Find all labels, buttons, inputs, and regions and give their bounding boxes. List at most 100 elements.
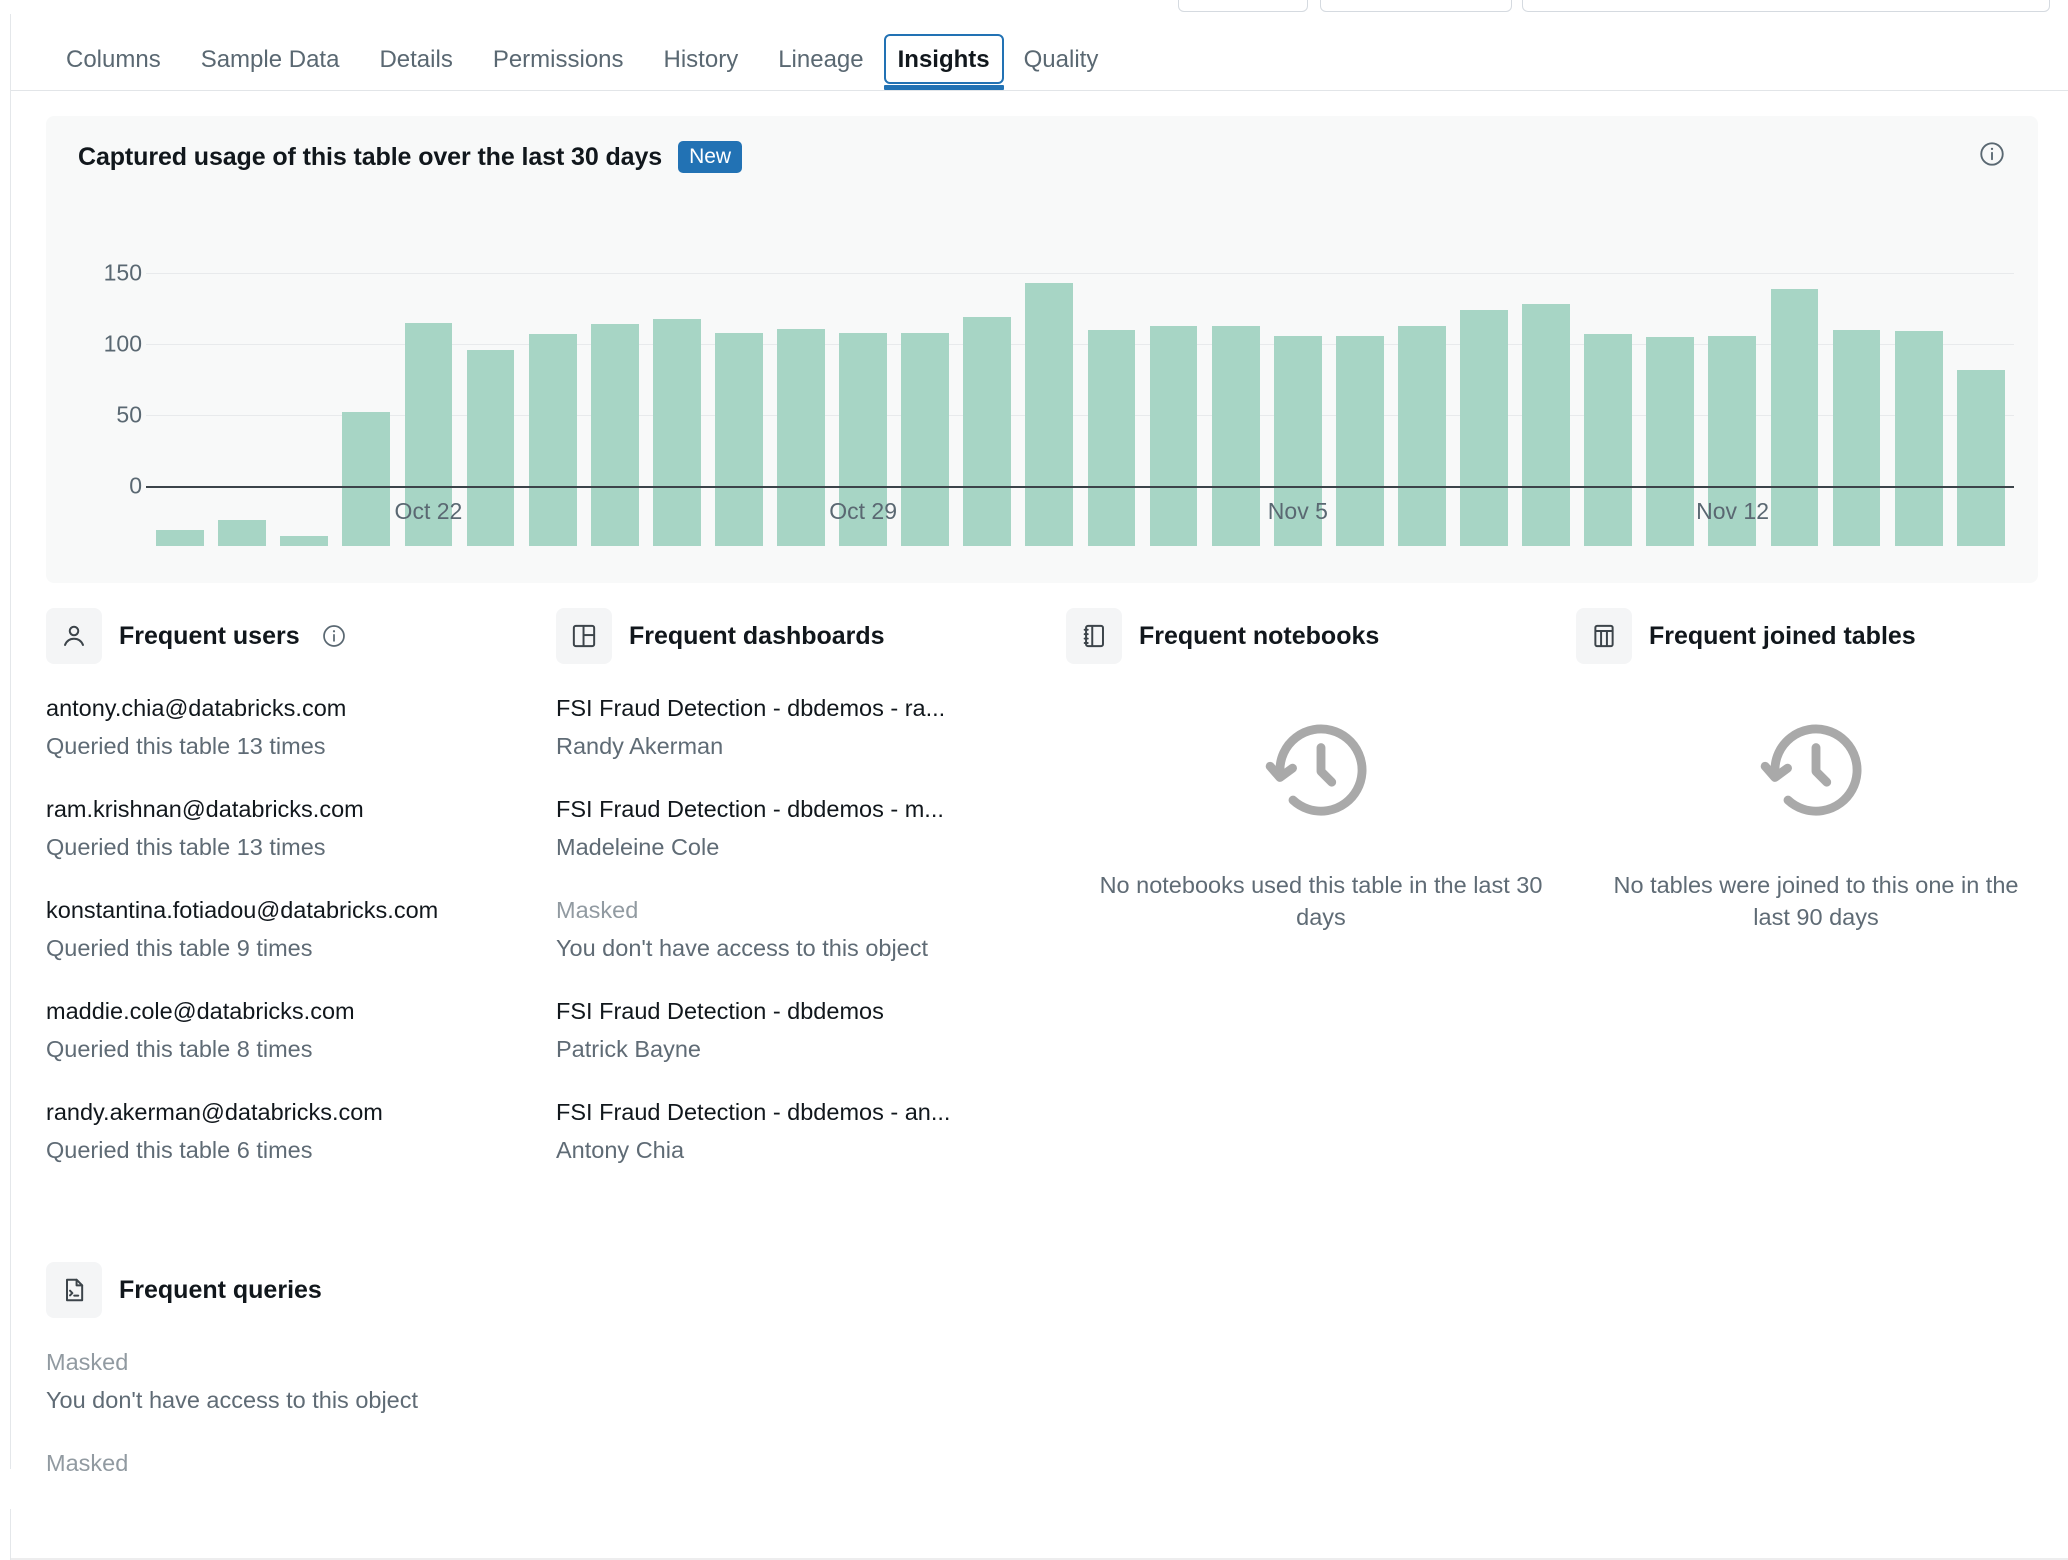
frequent-dashboard-item-primary[interactable]: Masked xyxy=(556,895,1066,926)
y-tick-label: 0 xyxy=(129,472,142,499)
captured-usage-card: Captured usage of this table over the la… xyxy=(46,116,2038,583)
frequent-users-list: antony.chia@databricks.com Queried this t… xyxy=(46,693,556,1165)
tab-columns[interactable]: Columns xyxy=(46,48,181,90)
frequent-dashboard-item-secondary: Randy Akerman xyxy=(556,732,724,759)
captured-usage-header: Captured usage of this table over the la… xyxy=(78,141,743,174)
new-badge: New xyxy=(678,141,743,174)
tab-sample-data[interactable]: Sample Data xyxy=(181,48,360,90)
tab-insights[interactable]: Insights xyxy=(883,34,1004,90)
frequent-user-item-primary[interactable]: maddie.cole@databricks.com xyxy=(46,996,556,1027)
x-tick-label: Oct 29 xyxy=(829,498,898,524)
frequent-user-item-secondary: Queried this table 8 times xyxy=(46,1035,313,1062)
y-tick-label: 100 xyxy=(103,330,142,357)
gridline xyxy=(146,272,2014,274)
frequent-query-item[interactable]: Masked You don't have access to this obje… xyxy=(46,1347,2036,1415)
chart-bar[interactable] xyxy=(280,536,329,546)
tab-lineage[interactable]: Lineage xyxy=(758,48,883,90)
history-clock-icon xyxy=(1260,724,1382,830)
panel-frequent-joined-tables: Frequent joined tables No tables were jo… xyxy=(1576,608,2056,1198)
info-icon[interactable] xyxy=(321,623,347,649)
frequent-user-item-primary[interactable]: konstantina.fotiadou@databricks.com xyxy=(46,895,556,926)
toolbar-search-control[interactable] xyxy=(1522,0,2050,12)
frequent-notebooks-header: Frequent notebooks xyxy=(1066,608,1576,664)
frequent-queries-title: Frequent queries xyxy=(119,1275,322,1304)
frequent-user-item-primary[interactable]: antony.chia@databricks.com xyxy=(46,693,556,724)
left-rail xyxy=(0,14,11,1560)
frequent-user-item[interactable]: konstantina.fotiadou@databricks.com Queri… xyxy=(46,895,556,963)
frequent-user-item-primary[interactable]: randy.akerman@databricks.com xyxy=(46,1097,556,1128)
toolbar-control-1[interactable] xyxy=(1178,0,1308,12)
frequent-query-item-secondary: You don't have access to this object xyxy=(46,1386,419,1413)
frequent-dashboard-item-secondary: You don't have access to this object xyxy=(556,934,929,961)
usage-bar-chart: 0 50 100 150 Oct 22 Oct 29 Nov 5 Nov 12 xyxy=(46,216,2038,546)
frequent-dashboard-item-secondary: Antony Chia xyxy=(556,1136,685,1163)
notebooks-empty-state: No notebooks used this table in the last… xyxy=(1066,714,1576,934)
frequent-queries-list: Masked You don't have access to this obje… xyxy=(46,1347,2036,1479)
tab-permissions[interactable]: Permissions xyxy=(473,48,644,90)
frequent-dashboard-item-primary[interactable]: FSI Fraud Detection - dbdemos - ra... xyxy=(556,693,1066,724)
panel-frequent-queries: Frequent queries Masked You don't have ac… xyxy=(46,1262,2036,1512)
frequent-dashboard-item[interactable]: Masked You don't have access to this obje… xyxy=(556,895,1066,963)
panel-frequent-notebooks: Frequent notebooks No notebooks used thi… xyxy=(1066,608,1576,1198)
frequent-user-item-secondary: Queried this table 6 times xyxy=(46,1136,313,1163)
frequent-dashboard-item[interactable]: FSI Fraud Detection - dbdemos - an... Ant… xyxy=(556,1097,1066,1165)
panel-frequent-users: Frequent users antony.chia@databricks.co… xyxy=(46,608,556,1198)
frequent-query-item-primary[interactable]: Masked xyxy=(46,1347,2036,1378)
chart-y-axis: 0 50 100 150 xyxy=(46,216,156,498)
history-clock-icon xyxy=(1755,724,1877,830)
query-file-icon xyxy=(46,1262,102,1318)
dashboard-grid-icon xyxy=(556,608,612,664)
frequent-user-item[interactable]: antony.chia@databricks.com Queried this t… xyxy=(46,693,556,761)
person-icon xyxy=(46,608,102,664)
chart-bar[interactable] xyxy=(156,530,204,546)
frequent-dashboard-item-secondary: Patrick Bayne xyxy=(556,1035,701,1062)
tab-history[interactable]: History xyxy=(644,48,759,90)
panel-frequent-dashboards: Frequent dashboards FSI Fraud Detection … xyxy=(556,608,1066,1198)
joined-tables-empty-text: No tables were joined to this one in the… xyxy=(1613,872,2019,931)
frequent-dashboard-item[interactable]: FSI Fraud Detection - dbdemos Patrick Bay… xyxy=(556,996,1066,1064)
frequent-query-item-primary[interactable]: Masked xyxy=(46,1448,2036,1479)
x-tick-label: Nov 5 xyxy=(1267,498,1328,524)
frequent-user-item-primary[interactable]: ram.krishnan@databricks.com xyxy=(46,794,556,825)
frequent-dashboards-header: Frequent dashboards xyxy=(556,608,1066,664)
frequent-joined-tables-title: Frequent joined tables xyxy=(1649,621,1916,650)
chart-x-axis-line xyxy=(146,486,2014,488)
frequent-dashboard-item-primary[interactable]: FSI Fraud Detection - dbdemos xyxy=(556,996,1066,1027)
frequent-dashboards-title: Frequent dashboards xyxy=(629,621,885,650)
frequent-dashboard-item-primary[interactable]: FSI Fraud Detection - dbdemos - m... xyxy=(556,794,1066,825)
frequent-dashboard-item-secondary: Madeleine Cole xyxy=(556,833,720,860)
frequent-user-item-secondary: Queried this table 9 times xyxy=(46,934,313,961)
frequent-user-item[interactable]: maddie.cole@databricks.com Queried this t… xyxy=(46,996,556,1064)
toolbar-control-2[interactable] xyxy=(1320,0,1512,12)
notebook-icon xyxy=(1066,608,1122,664)
x-tick-label: Nov 12 xyxy=(1696,498,1769,524)
captured-usage-title: Captured usage of this table over the la… xyxy=(78,142,663,171)
y-tick-label: 50 xyxy=(116,401,142,428)
top-cutoff-strip xyxy=(0,0,2068,14)
table-icon xyxy=(1576,608,1632,664)
tab-bar: Columns Sample Data Details Permissions Hist… xyxy=(11,14,2068,91)
frequent-queries-header: Frequent queries xyxy=(46,1262,2036,1318)
frequent-user-item-secondary: Queried this table 13 times xyxy=(46,833,326,860)
frequent-dashboards-list: FSI Fraud Detection - dbdemos - ra... Ran… xyxy=(556,693,1066,1165)
frequent-dashboard-item[interactable]: FSI Fraud Detection - dbdemos - ra... Ran… xyxy=(556,693,1066,761)
frequent-query-item[interactable]: Masked xyxy=(46,1448,2036,1479)
frequent-user-item[interactable]: ram.krishnan@databricks.com Queried this … xyxy=(46,794,556,862)
info-icon[interactable] xyxy=(1978,140,2006,173)
frequent-dashboard-item[interactable]: FSI Fraud Detection - dbdemos - m... Made… xyxy=(556,794,1066,862)
joined-tables-empty-state: No tables were joined to this one in the… xyxy=(1576,714,2056,934)
x-tick-label: Oct 22 xyxy=(394,498,463,524)
tab-quality[interactable]: Quality xyxy=(1004,48,1119,90)
frequent-user-item-secondary: Queried this table 13 times xyxy=(46,732,326,759)
frequent-users-title: Frequent users xyxy=(119,621,300,650)
y-tick-label: 150 xyxy=(103,259,142,286)
frequent-dashboard-item-primary[interactable]: FSI Fraud Detection - dbdemos - an... xyxy=(556,1097,1066,1128)
frequent-joined-tables-header: Frequent joined tables xyxy=(1576,608,2056,664)
insight-panels-row: Frequent users antony.chia@databricks.co… xyxy=(46,608,2056,1198)
left-rail-gap xyxy=(0,1469,11,1509)
chart-x-axis: Oct 22 Oct 29 Nov 5 Nov 12 xyxy=(149,498,2012,532)
frequent-user-item[interactable]: randy.akerman@databricks.com Queried this… xyxy=(46,1097,556,1165)
tab-details[interactable]: Details xyxy=(359,48,472,90)
frequent-users-header: Frequent users xyxy=(46,608,556,664)
frequent-notebooks-title: Frequent notebooks xyxy=(1139,621,1380,650)
